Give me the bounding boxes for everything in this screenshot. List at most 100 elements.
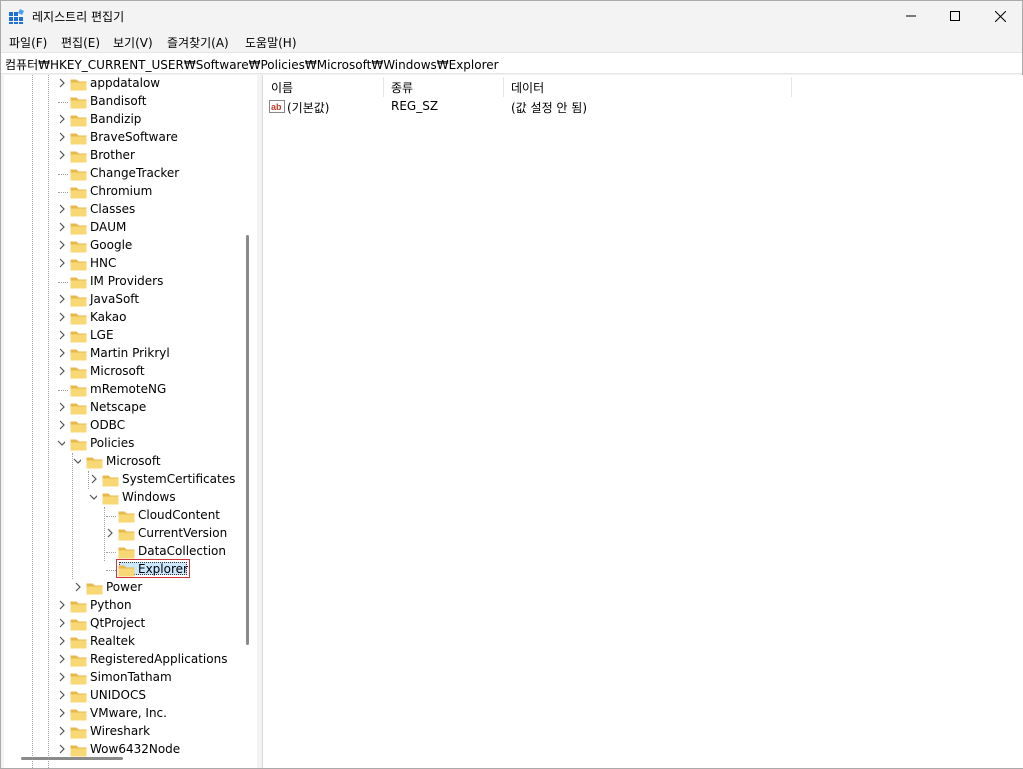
tree-item-qtproject[interactable]: QtProject bbox=[4, 615, 244, 633]
value-row[interactable]: ab (기본값) REG_SZ (값 설정 안 됨) bbox=[263, 97, 803, 115]
chevron-down-icon[interactable] bbox=[89, 492, 97, 503]
tree-vertical-scrollbar[interactable] bbox=[246, 235, 249, 645]
chevron-right-icon[interactable] bbox=[105, 528, 113, 539]
chevron-right-icon[interactable] bbox=[57, 636, 65, 647]
chevron-right-icon[interactable] bbox=[57, 708, 65, 719]
chevron-right-icon[interactable] bbox=[57, 312, 65, 323]
tree-item-label: QtProject bbox=[90, 616, 146, 630]
tree-item-realtek[interactable]: Realtek bbox=[4, 633, 244, 651]
chevron-right-icon[interactable] bbox=[57, 726, 65, 737]
chevron-right-icon[interactable] bbox=[57, 744, 65, 755]
chevron-right-icon[interactable] bbox=[57, 618, 65, 629]
menu-edit[interactable]: 편집(E) bbox=[61, 34, 100, 51]
folder-icon bbox=[70, 619, 87, 631]
chevron-down-icon[interactable] bbox=[73, 456, 81, 467]
tree-item-registeredapplications[interactable]: RegisteredApplications bbox=[4, 651, 244, 669]
values-pane[interactable]: 이름 종류 데이터 ab (기본값) REG_SZ (값 설정 안 됨) bbox=[262, 75, 1023, 768]
chevron-down-icon[interactable] bbox=[57, 438, 65, 449]
column-type-header[interactable]: 종류 bbox=[391, 79, 413, 96]
address-path[interactable]: 컴퓨터₩HKEY_CURRENT_USER₩Software₩Policies₩… bbox=[5, 56, 499, 73]
tree-item-datacollection[interactable]: DataCollection bbox=[4, 543, 244, 561]
column-divider[interactable] bbox=[383, 77, 384, 97]
tree-item-microsoft[interactable]: Microsoft bbox=[4, 453, 244, 471]
column-divider[interactable] bbox=[791, 77, 792, 97]
tree-item-python[interactable]: Python bbox=[4, 597, 244, 615]
folder-icon bbox=[70, 349, 87, 361]
chevron-right-icon[interactable] bbox=[57, 672, 65, 683]
chevron-right-icon[interactable] bbox=[57, 294, 65, 305]
tree-item-im-providers[interactable]: IM Providers bbox=[4, 273, 244, 291]
tree-item-appdatalow[interactable]: appdatalow bbox=[4, 75, 244, 93]
tree-item-power[interactable]: Power bbox=[4, 579, 244, 597]
chevron-right-icon[interactable] bbox=[57, 114, 65, 125]
tree-item-wow6432node[interactable]: Wow6432Node bbox=[4, 741, 244, 759]
tree-item-mremoteng[interactable]: mRemoteNG bbox=[4, 381, 244, 399]
tree-item-netscape[interactable]: Netscape bbox=[4, 399, 244, 417]
tree-item-changetracker[interactable]: ChangeTracker bbox=[4, 165, 244, 183]
tree-item-label: Kakao bbox=[90, 310, 127, 324]
maximize-button[interactable] bbox=[932, 1, 978, 31]
tree-item-microsoft[interactable]: Microsoft bbox=[4, 363, 244, 381]
tree-item-google[interactable]: Google bbox=[4, 237, 244, 255]
tree-item-javasoft[interactable]: JavaSoft bbox=[4, 291, 244, 309]
folder-icon bbox=[70, 313, 87, 325]
tree-item-chromium[interactable]: Chromium bbox=[4, 183, 244, 201]
tree-item-lge[interactable]: LGE bbox=[4, 327, 244, 345]
tree-item-explorer[interactable]: Explorer bbox=[4, 561, 244, 579]
chevron-right-icon[interactable] bbox=[57, 222, 65, 233]
tree-item-kakao[interactable]: Kakao bbox=[4, 309, 244, 327]
tree-connector-line bbox=[88, 471, 89, 489]
menu-view[interactable]: 보기(V) bbox=[113, 34, 153, 51]
chevron-right-icon[interactable] bbox=[57, 420, 65, 431]
column-divider[interactable] bbox=[503, 77, 504, 97]
chevron-right-icon[interactable] bbox=[89, 474, 97, 485]
tree-item-windows[interactable]: Windows bbox=[4, 489, 244, 507]
tree-item-martin-prikryl[interactable]: Martin Prikryl bbox=[4, 345, 244, 363]
chevron-right-icon[interactable] bbox=[57, 258, 65, 269]
tree-item-cloudcontent[interactable]: CloudContent bbox=[4, 507, 244, 525]
chevron-right-icon[interactable] bbox=[57, 150, 65, 161]
chevron-right-icon[interactable] bbox=[57, 600, 65, 611]
chevron-right-icon[interactable] bbox=[57, 690, 65, 701]
folder-icon bbox=[70, 655, 87, 667]
tree-item-bandisoft[interactable]: Bandisoft bbox=[4, 93, 244, 111]
folder-icon bbox=[70, 259, 87, 271]
tree-item-bravesoftware[interactable]: BraveSoftware bbox=[4, 129, 244, 147]
chevron-right-icon[interactable] bbox=[57, 330, 65, 341]
menu-help[interactable]: 도움말(H) bbox=[245, 34, 297, 51]
tree-item-vmware-inc-[interactable]: VMware, Inc. bbox=[4, 705, 244, 723]
tree-item-bandizip[interactable]: Bandizip bbox=[4, 111, 244, 129]
tree-item-label: CloudContent bbox=[138, 508, 221, 522]
chevron-right-icon[interactable] bbox=[57, 78, 65, 89]
chevron-right-icon[interactable] bbox=[57, 402, 65, 413]
chevron-right-icon[interactable] bbox=[57, 654, 65, 665]
tree-item-brother[interactable]: Brother bbox=[4, 147, 244, 165]
chevron-right-icon[interactable] bbox=[57, 204, 65, 215]
tree-item-label: Python bbox=[90, 598, 132, 612]
tree-item-unidocs[interactable]: UNIDOCS bbox=[4, 687, 244, 705]
menu-favorites[interactable]: 즐겨찾기(A) bbox=[167, 34, 229, 51]
chevron-right-icon[interactable] bbox=[57, 132, 65, 143]
menu-file[interactable]: 파일(F) bbox=[9, 34, 47, 51]
tree-item-hnc[interactable]: HNC bbox=[4, 255, 244, 273]
close-button[interactable] bbox=[977, 1, 1023, 31]
tree-item-daum[interactable]: DAUM bbox=[4, 219, 244, 237]
address-bar[interactable]: 컴퓨터₩HKEY_CURRENT_USER₩Software₩Policies₩… bbox=[1, 52, 1022, 74]
tree-item-odbc[interactable]: ODBC bbox=[4, 417, 244, 435]
column-data-header[interactable]: 데이터 bbox=[511, 79, 544, 96]
tree-item-simontatham[interactable]: SimonTatham bbox=[4, 669, 244, 687]
chevron-right-icon[interactable] bbox=[57, 366, 65, 377]
chevron-right-icon[interactable] bbox=[73, 582, 81, 593]
tree-item-policies[interactable]: Policies bbox=[4, 435, 244, 453]
tree-item-classes[interactable]: Classes bbox=[4, 201, 244, 219]
chevron-right-icon[interactable] bbox=[57, 348, 65, 359]
tree-item-systemcertificates[interactable]: SystemCertificates bbox=[4, 471, 244, 489]
column-name-header[interactable]: 이름 bbox=[271, 79, 293, 96]
folder-icon bbox=[70, 385, 87, 397]
tree-item-currentversion[interactable]: CurrentVersion bbox=[4, 525, 244, 543]
value-type: REG_SZ bbox=[391, 99, 439, 113]
chevron-right-icon[interactable] bbox=[57, 240, 65, 251]
key-tree-pane[interactable]: appdatalow Bandisoft Bandizip BraveSoftware… bbox=[4, 75, 257, 768]
tree-item-wireshark[interactable]: Wireshark bbox=[4, 723, 244, 741]
minimize-button[interactable] bbox=[888, 1, 934, 31]
